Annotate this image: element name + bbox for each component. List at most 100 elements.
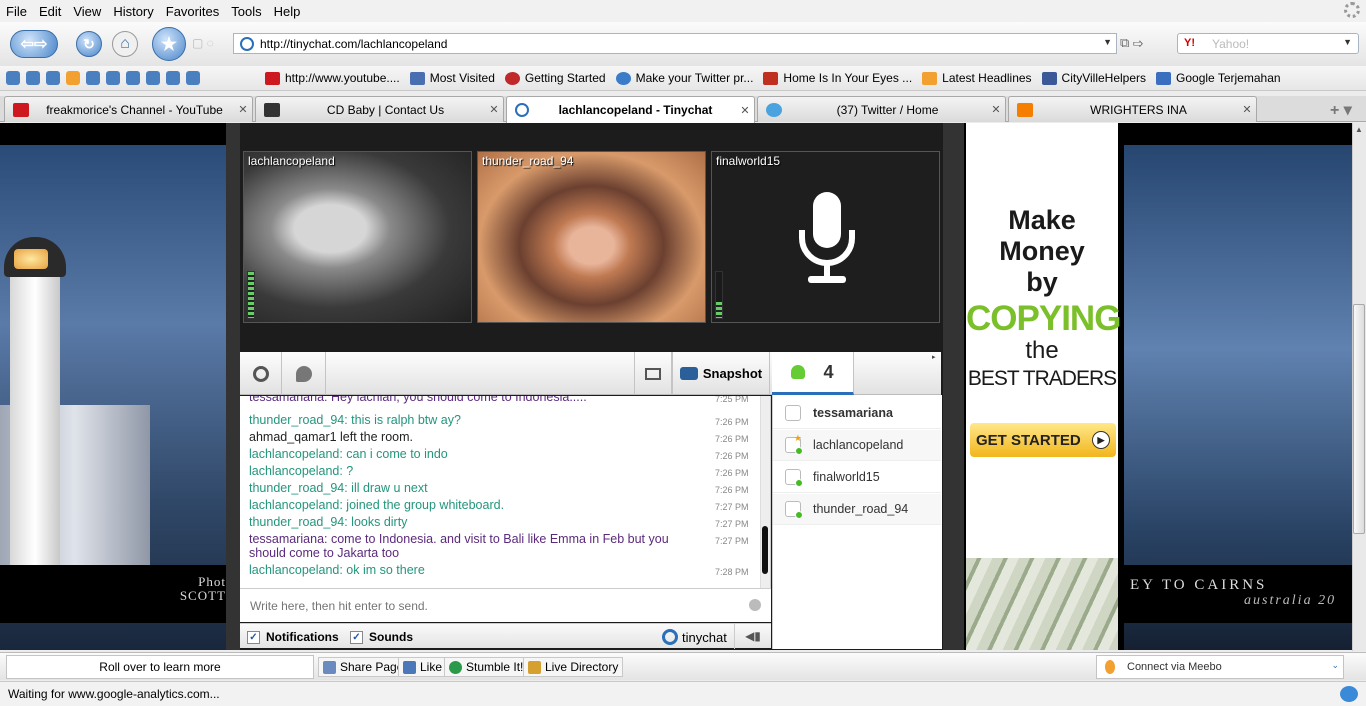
tab-youtube[interactable]: freakmorice's Channel - YouTube ✕ [4,96,253,122]
toolbar-icon[interactable] [6,71,20,85]
close-icon[interactable]: ✕ [987,103,1005,116]
popout-icon[interactable] [634,352,672,395]
scroll-up-icon[interactable]: ▲ [1355,125,1363,134]
bookmark-item[interactable]: Google Terjemahan [1156,71,1281,85]
menu-view[interactable]: View [73,4,101,19]
zoom-icon[interactable] [240,352,282,395]
user-list-item[interactable]: tessamariana [773,398,941,429]
menu-history[interactable]: History [113,4,153,19]
advertisement[interactable]: Make Money by COPYING the BEST TRADERS G… [966,123,1121,650]
chevron-down-icon[interactable]: ▼ [1103,37,1112,47]
page-scrollbar-thumb[interactable] [1353,304,1365,534]
status-bar: Waiting for www.google-analytics.com... [0,681,1366,706]
meebo-connect[interactable]: Connect via Meebo ⌄ [1096,655,1344,679]
close-icon[interactable]: ✕ [234,103,252,116]
reload-icon[interactable]: ↻ [76,31,102,57]
chat-bubble-icon[interactable] [282,352,326,395]
chat-toolbar: Snapshot 4 ▸ [240,352,941,395]
bookmark-item[interactable]: Latest Headlines [922,71,1032,85]
bookmark-item[interactable]: Most Visited [409,71,495,85]
emoticon-icon[interactable] [749,599,761,611]
mail-icon[interactable] [86,71,100,85]
directory-icon [528,660,541,674]
tab-tinychat[interactable]: lachlancopeland - Tinychat ✕ [506,96,755,123]
bookmark-item[interactable]: Home Is In Your Eyes ... [763,71,912,85]
go-icon[interactable]: ⧉ ⇨ [1120,35,1164,53]
close-icon[interactable]: ✕ [736,104,754,117]
tinychat-logo-icon [662,629,678,645]
bookmark-item[interactable]: CityVilleHelpers [1041,71,1146,85]
chat-message: ahmad_qamar1 left the room. 7:26 PM [249,430,749,444]
translate-icon [1156,71,1172,85]
caption-line: Phot [198,574,226,589]
menu-bar: File Edit View History Favorites Tools H… [0,0,1366,22]
chat-input[interactable] [240,589,765,622]
chat-message: lachlancopeland: ? 7:26 PM [249,464,749,478]
share-page-button[interactable]: Share Page [318,657,409,677]
volume-icon[interactable]: ◀▮ [734,624,771,649]
address-bar[interactable]: http://tinychat.com/lachlancopeland ▼ [233,33,1117,54]
bookmark-star-icon[interactable]: ★ [152,27,186,61]
video-tile-finalworld[interactable]: finalworld15 [711,151,940,323]
toolbar-icon[interactable] [106,71,120,85]
stumble-button[interactable]: Stumble It! [444,657,529,677]
bookmark-item[interactable]: Make your Twitter pr... [615,71,753,85]
tinychat-brand[interactable]: tinychat [682,630,727,645]
message-time: 7:28 PM [715,567,749,577]
close-icon[interactable]: ✕ [1238,103,1256,116]
expand-arrow-icon[interactable]: ▸ [932,353,940,361]
tab-label: freakmorice's Channel - YouTube [46,102,223,117]
tinychat-icon [515,103,529,117]
notifications-checkbox[interactable]: ✓ [247,631,260,644]
firefox-icon [504,71,520,85]
tab-wrighters[interactable]: WRIGHTERS INA ✕ [1008,96,1257,122]
rss-icon[interactable] [66,71,80,85]
video-tile-lachlancopeland[interactable]: lachlancopeland [243,151,472,323]
tab-cdbaby[interactable]: CD Baby | Contact Us ✕ [255,96,504,122]
user-list-item[interactable]: ★ lachlancopeland [773,430,941,461]
close-icon[interactable]: ✕ [485,103,503,116]
menu-help[interactable]: Help [274,4,301,19]
user-name: thunder_road_94 [813,502,909,516]
chat-bubble-icon[interactable] [1340,686,1358,702]
user-list-item[interactable]: finalworld15 [773,462,941,493]
like-button[interactable]: Like [398,657,448,677]
chevron-down-icon[interactable]: ⌄ [1331,660,1339,671]
user-name: tessamariana [813,406,893,420]
menu-edit[interactable]: Edit [39,4,61,19]
rollover-panel[interactable]: Roll over to learn more [6,655,314,679]
new-tab-icon[interactable]: + ▾ [1330,100,1364,119]
chat-message: thunder_road_94: ill draw u next 7:26 PM [249,481,749,495]
sounds-checkbox[interactable]: ✓ [350,631,363,644]
menu-file[interactable]: File [6,4,27,19]
snapshot-button[interactable]: Snapshot [672,352,770,395]
tab-twitter[interactable]: (37) Twitter / Home ✕ [757,96,1006,122]
toolbar-icon[interactable] [166,71,180,85]
bookmark-item[interactable]: Getting Started [504,71,606,85]
live-directory-button[interactable]: Live Directory [523,657,624,677]
chat-scrollbar-thumb[interactable] [762,526,768,574]
feed-icon[interactable]: ▢ ◌ [192,36,226,52]
get-started-button[interactable]: GET STARTED ▶ [970,423,1116,457]
bookmark-item[interactable]: http://www.youtube.... [265,71,400,85]
menu-tools[interactable]: Tools [231,4,261,19]
snapshot-label: Snapshot [702,366,763,381]
toolbar-icon[interactable] [46,71,60,85]
bookmark-label: Latest Headlines [942,71,1032,85]
video-tile-thunder-road[interactable]: thunder_road_94 [477,151,706,323]
toolbar-icon[interactable] [146,71,160,85]
toolbar-icon[interactable] [26,71,40,85]
toolbar-icon[interactable] [126,71,140,85]
search-input[interactable]: Y! Yahoo! ▼ [1177,33,1359,54]
status-text: Waiting for www.google-analytics.com... [8,687,220,701]
user-count-tab[interactable]: 4 [772,352,854,395]
user-name: lachlancopeland [813,438,904,452]
tab-label: lachlancopeland - Tinychat [558,103,713,117]
user-list-item[interactable]: thunder_road_94 [773,494,941,525]
home-icon[interactable]: ⌂ [112,31,138,57]
tab-label: (37) Twitter / Home [836,102,939,117]
menu-favorites[interactable]: Favorites [166,4,219,19]
search-dropdown-icon[interactable]: ▼ [1343,37,1352,47]
back-forward-button[interactable]: ⇦⇨ [10,30,58,58]
up-arrow-icon[interactable] [186,71,200,85]
